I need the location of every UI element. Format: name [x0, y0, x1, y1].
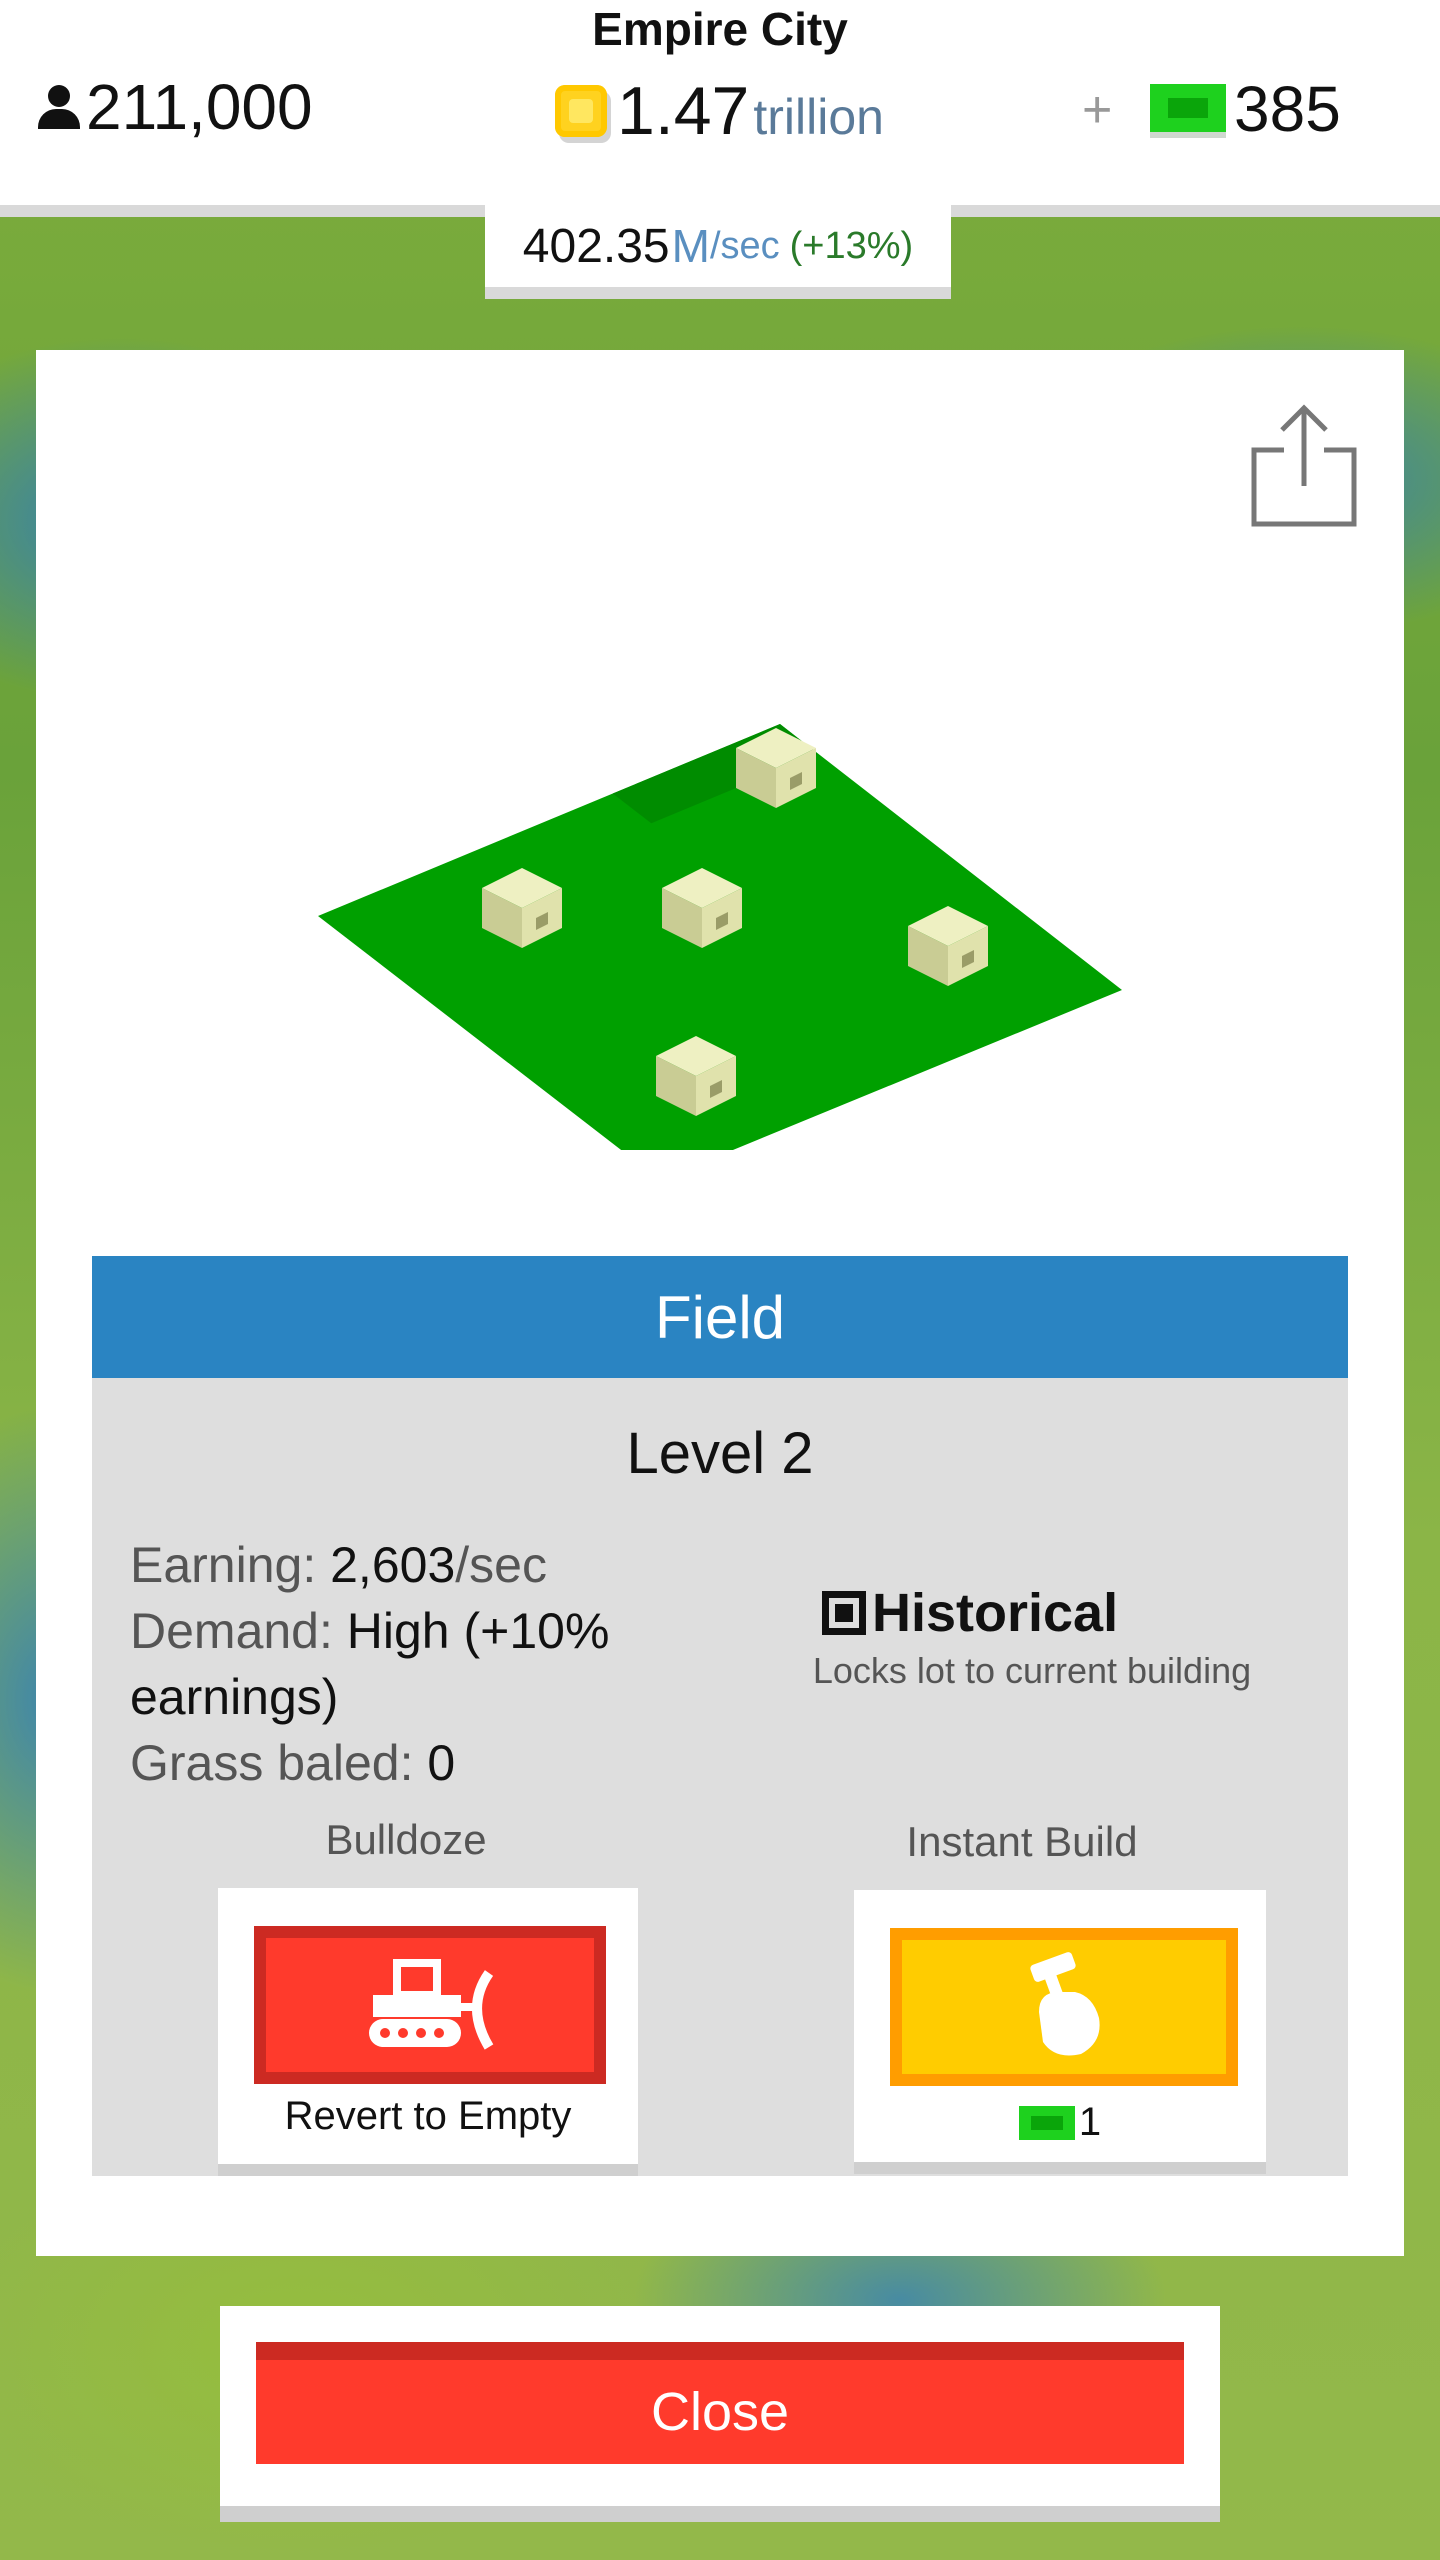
building-name: Field [92, 1256, 1348, 1378]
instant-build-label: Instant Build [906, 1818, 1138, 1865]
building-info: Field Level 2 Earning: 2,603/sec Demand:… [92, 1256, 1348, 2176]
bulldoze-card: Revert to Empty [218, 1888, 638, 2164]
cash-icon [1150, 84, 1226, 132]
person-icon [36, 83, 80, 131]
building-panel: Field Level 2 Earning: 2,603/sec Demand:… [36, 350, 1404, 2256]
instant-build-button[interactable] [890, 1928, 1238, 2086]
city-name: Empire City [592, 3, 848, 55]
instant-build-cost: 1 [854, 2100, 1266, 2145]
historical-checkbox[interactable] [822, 1591, 866, 1635]
money-counter: 1.47 trillion [555, 72, 884, 150]
cash-icon [1018, 2105, 1075, 2140]
income-per: /sec [709, 224, 780, 267]
coin-icon [555, 85, 607, 137]
bulldoze-button[interactable] [254, 1926, 606, 2084]
income-rate: 402.35 M /sec (+13%) [485, 205, 951, 299]
revert-to-empty-label: Revert to Empty [284, 2094, 572, 2138]
income-bonus: (+13%) [789, 224, 914, 267]
close-button[interactable]: Close [256, 2342, 1184, 2464]
population-counter: 211,000 [36, 70, 313, 144]
instant-build-card: 1 [854, 1890, 1266, 2162]
bulldozer-icon [369, 1959, 494, 2050]
top-bar: Empire City 211,000 1.47 trillion + 385 [0, 0, 1440, 217]
earning-row: Earning: 2,603/sec [130, 1537, 547, 1593]
buy-cash-button[interactable]: + [1082, 80, 1112, 140]
building-level: Level 2 [626, 1421, 814, 1486]
building-stats: Earning: 2,603/sec Demand: High (+10% ea… [130, 1532, 730, 1796]
income-unit: M [671, 220, 710, 272]
historical-toggle[interactable]: Historical Locks lot to current building [752, 1582, 1312, 1692]
instant-build-cost-value: 1 [1078, 2100, 1102, 2144]
historical-label: Historical [872, 1583, 1119, 1643]
hammer-hand-icon [1030, 1952, 1100, 2056]
building-preview [36, 700, 1404, 1180]
share-icon[interactable] [1246, 400, 1364, 530]
demand-row: Demand: High (+10% earnings) [130, 1603, 610, 1725]
population-value: 211,000 [86, 71, 313, 143]
cash-value: 385 [1234, 73, 1341, 145]
grass-row: Grass baled: 0 [130, 1735, 456, 1791]
money-value: 1.47 [617, 73, 750, 149]
money-unit: trillion [753, 89, 884, 145]
bulldoze-label: Bulldoze [325, 1816, 487, 1863]
close-card: Close [220, 2306, 1220, 2506]
income-value: 402.35 [522, 219, 670, 273]
historical-description: Locks lot to current building [812, 1650, 1252, 1691]
